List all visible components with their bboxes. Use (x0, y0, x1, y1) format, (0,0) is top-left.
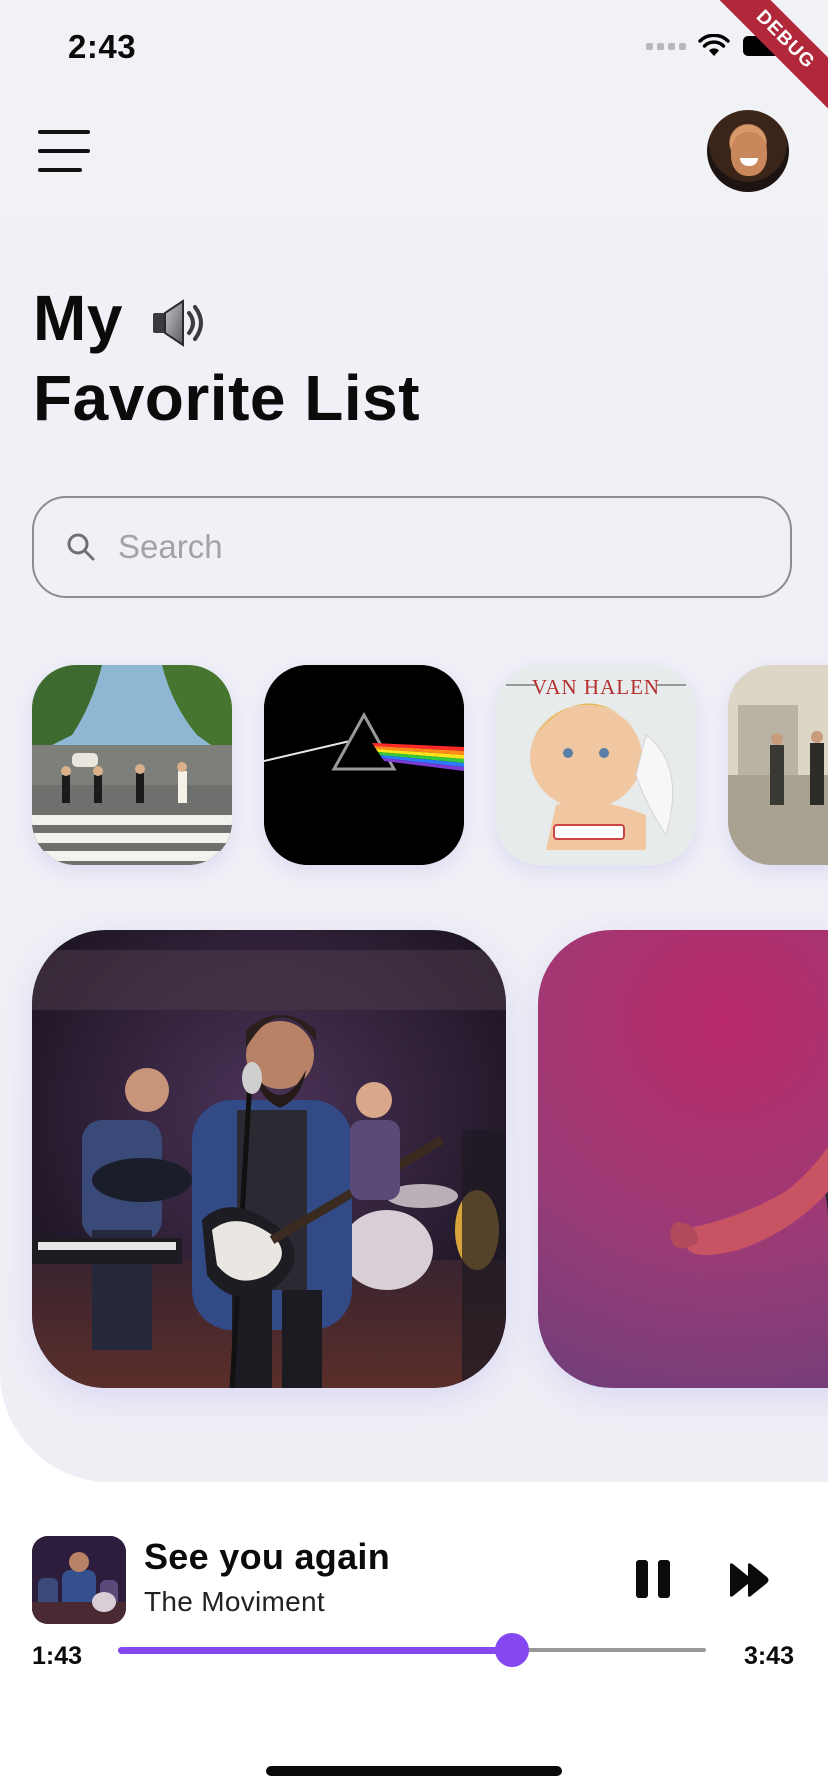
status-time: 2:43 (68, 28, 137, 65)
main-content: 2:43 DEBUG My Favorite List Search VAN H… (0, 0, 828, 1482)
search-icon (67, 533, 95, 561)
album-art (32, 665, 232, 865)
album-art (264, 665, 464, 865)
song-title: See you again (144, 1536, 390, 1577)
album-van-halen[interactable]: VAN HALEN (496, 665, 696, 865)
total-time: 3:43 (743, 1642, 794, 1670)
search-input[interactable] (116, 527, 720, 567)
speaker-icon (153, 299, 204, 347)
search-bar[interactable] (32, 496, 792, 598)
progress-thumb[interactable] (494, 1633, 529, 1667)
band-live-card[interactable] (32, 930, 506, 1388)
current-time: 1:43 (32, 1642, 83, 1670)
title-line-1: My (33, 282, 123, 354)
album-wish-you-were-here[interactable] (728, 665, 828, 865)
hamburger-menu-icon[interactable] (38, 130, 90, 172)
title-line-2: Favorite List (33, 362, 421, 434)
now-playing-thumbnail (32, 1536, 126, 1624)
pause-icon[interactable] (632, 1558, 674, 1600)
fast-forward-icon[interactable] (728, 1562, 770, 1598)
now-playing-bar: See you again The Moviment 1:43 3:43 (0, 1482, 828, 1792)
album-abbey-road[interactable] (32, 665, 232, 865)
performer-pink-card[interactable] (538, 930, 828, 1388)
debug-banner: DEBUG (698, 0, 828, 127)
album-label: VAN HALEN (531, 675, 661, 699)
progress-fill (118, 1647, 512, 1654)
signal-icon (646, 42, 686, 50)
performer-photo (538, 930, 828, 1388)
wifi-icon (698, 34, 730, 56)
album-dark-side[interactable] (264, 665, 464, 865)
user-avatar[interactable] (707, 110, 789, 192)
progress-slider[interactable] (118, 1633, 706, 1667)
now-playing-art[interactable] (32, 1536, 126, 1624)
home-indicator[interactable] (266, 1766, 562, 1776)
song-artist: The Moviment (144, 1586, 325, 1617)
album-art (728, 665, 828, 865)
page-title: My Favorite List (33, 278, 420, 438)
band-photo (32, 930, 506, 1388)
